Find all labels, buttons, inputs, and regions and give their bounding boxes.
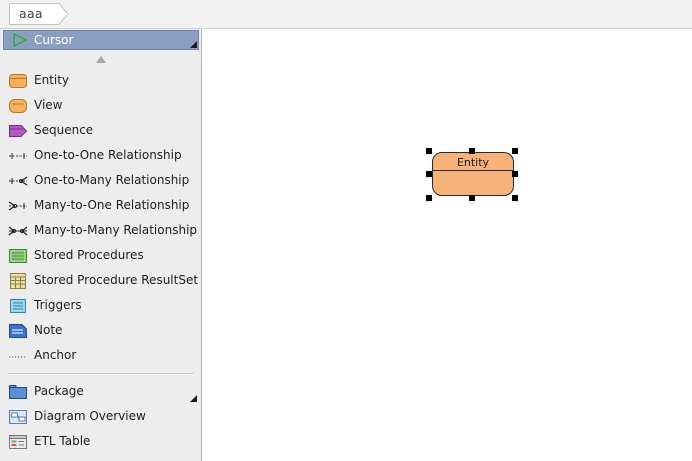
palette-item-stored-procedure-resultset[interactable]: Stored Procedure ResultSet [0, 270, 200, 292]
resize-handle-left[interactable] [426, 171, 432, 177]
cursor-icon [13, 33, 28, 47]
palette-item-label: Note [34, 323, 63, 337]
breadcrumb-label: aaa [19, 6, 43, 21]
anchor-icon [9, 356, 27, 358]
entity-icon [9, 74, 27, 88]
resize-handle-top-right[interactable] [512, 148, 518, 154]
palette-item-label: Sequence [34, 123, 94, 137]
palette-item-etl-table[interactable]: ETL Table [0, 431, 200, 453]
entity-name: Entity [456, 156, 490, 169]
palette-item-label: Entity [34, 73, 70, 87]
palette-item-label: Package [34, 384, 84, 398]
palette-item-diagram-overview[interactable]: Diagram Overview [0, 406, 200, 428]
expand-corner-icon[interactable] [190, 41, 197, 48]
palette-item-label: Many-to-One Relationship [34, 198, 190, 212]
resize-handle-top-left[interactable] [426, 148, 432, 154]
palette-item-label: Cursor [34, 33, 74, 47]
entity-shape[interactable]: Entity [432, 152, 514, 196]
note-icon [9, 324, 27, 338]
palette-item-triggers[interactable]: Triggers [0, 295, 200, 317]
entity-header-divider [433, 170, 513, 171]
diagram-palette: Cursor Entity View Sequence One-to-One R… [0, 29, 202, 461]
resize-handle-bottom-left[interactable] [426, 195, 432, 201]
palette-item-label: Stored Procedures [34, 248, 144, 262]
many-to-many-relationship-icon [8, 226, 28, 236]
resize-handle-bottom-right[interactable] [512, 195, 518, 201]
breadcrumb-bar: aaa [0, 0, 692, 29]
palette-item-many-to-many-relationship[interactable]: Many-to-Many Relationship [0, 220, 200, 242]
stored-procedures-icon [9, 249, 27, 263]
palette-item-label: Many-to-Many Relationship [34, 223, 198, 237]
palette-item-label: Anchor [34, 348, 77, 362]
stored-procedure-resultset-icon [10, 273, 26, 289]
palette-item-label: ETL Table [34, 434, 91, 448]
expand-corner-icon[interactable] [190, 395, 197, 402]
etl-table-icon [9, 435, 27, 449]
sequence-icon [9, 125, 28, 137]
palette-item-note[interactable]: Note [0, 320, 200, 342]
scroll-up-arrow-icon[interactable] [96, 56, 106, 63]
palette-item-label: Diagram Overview [34, 409, 146, 423]
breadcrumb[interactable]: aaa [9, 3, 69, 25]
many-to-one-relationship-icon [8, 201, 27, 211]
one-to-many-relationship-icon [9, 176, 28, 186]
palette-item-one-to-many-relationship[interactable]: One-to-Many Relationship [0, 170, 200, 192]
palette-item-label: View [34, 98, 63, 112]
diagram-overview-icon [9, 410, 27, 424]
resize-handle-right[interactable] [512, 171, 518, 177]
palette-item-entity[interactable]: Entity [0, 70, 200, 92]
palette-item-one-to-one-relationship[interactable]: One-to-One Relationship [0, 145, 200, 167]
diagram-canvas[interactable]: Entity [202, 29, 692, 461]
palette-item-label: One-to-Many Relationship [34, 173, 190, 187]
palette-item-label: One-to-One Relationship [34, 148, 182, 162]
palette-item-label: Stored Procedure ResultSet [34, 273, 199, 287]
palette-item-cursor[interactable]: Cursor [3, 30, 199, 50]
palette-item-package[interactable]: Package [0, 381, 200, 403]
palette-item-many-to-one-relationship[interactable]: Many-to-One Relationship [0, 195, 200, 217]
palette-item-anchor[interactable]: Anchor [0, 345, 200, 367]
palette-separator [8, 373, 194, 375]
resize-handle-bottom[interactable] [469, 195, 475, 201]
resize-handle-top[interactable] [469, 148, 475, 154]
one-to-one-relationship-icon [9, 153, 27, 159]
view-icon [9, 99, 27, 113]
palette-item-stored-procedures[interactable]: Stored Procedures [0, 245, 200, 267]
palette-item-label: Triggers [34, 298, 82, 312]
palette-item-view[interactable]: View [0, 95, 200, 117]
package-icon [9, 385, 27, 399]
palette-item-sequence[interactable]: Sequence [0, 120, 200, 142]
erd-editor-window: aaa Cursor Entity View Sequence One-to-O… [0, 0, 692, 461]
triggers-icon [10, 299, 26, 313]
